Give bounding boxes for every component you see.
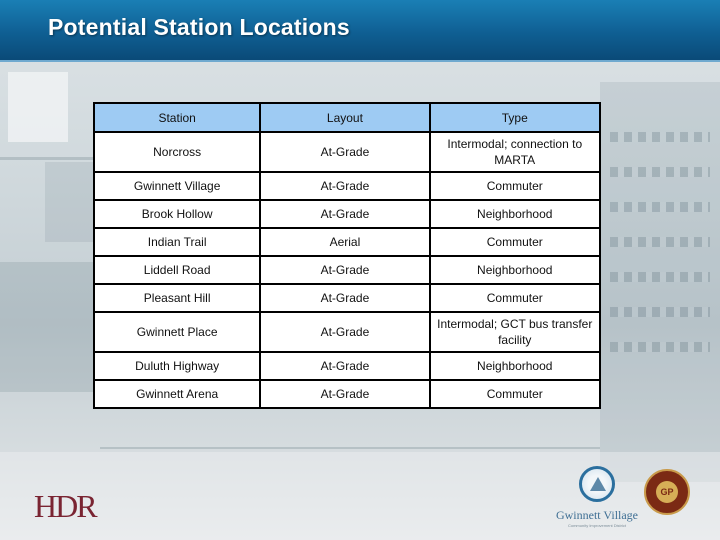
type-cell: Neighborhood — [428, 199, 602, 229]
gp-monogram: GP — [656, 481, 678, 503]
station-cell: Duluth Highway — [92, 351, 262, 381]
gwinnett-place-logo: GP — [644, 469, 690, 515]
title-bar: Potential Station Locations — [0, 0, 720, 62]
station-cell: Norcross — [92, 131, 262, 173]
station-cell: Liddell Road — [92, 255, 262, 285]
table-row: Gwinnett Village At-Grade Commuter — [92, 171, 602, 201]
layout-cell: Aerial — [259, 227, 431, 257]
column-header-layout: Layout — [259, 102, 431, 133]
layout-cell: At-Grade — [259, 199, 431, 229]
column-header-type: Type — [428, 102, 602, 133]
layout-cell: At-Grade — [259, 311, 431, 353]
layout-cell: At-Grade — [259, 171, 431, 201]
type-cell: Commuter — [428, 379, 602, 409]
table-row: Brook Hollow At-Grade Neighborhood — [92, 199, 602, 229]
gwinnett-village-name: Gwinnett Village — [555, 508, 639, 522]
column-header-station: Station — [92, 102, 262, 133]
table-row: Gwinnett Arena At-Grade Commuter — [92, 379, 602, 409]
station-cell: Brook Hollow — [92, 199, 262, 229]
station-cell: Gwinnett Place — [92, 311, 262, 353]
table-row: Indian Trail Aerial Commuter — [92, 227, 602, 257]
type-cell: Neighborhood — [428, 351, 602, 381]
type-cell: Intermodal; connection to MARTA — [428, 131, 602, 173]
table-row: Duluth Highway At-Grade Neighborhood — [92, 351, 602, 381]
mountain-emblem-icon — [579, 466, 615, 502]
table-row: Liddell Road At-Grade Neighborhood — [92, 255, 602, 285]
type-cell: Intermodal; GCT bus transfer facility — [428, 311, 602, 353]
type-cell: Commuter — [428, 171, 602, 201]
gwinnett-village-tagline: Community Improvement District — [567, 523, 626, 528]
type-cell: Commuter — [428, 227, 602, 257]
table-header-row: Station Layout Type — [92, 102, 602, 133]
layout-cell: At-Grade — [259, 379, 431, 409]
layout-cell: At-Grade — [259, 351, 431, 381]
layout-cell: At-Grade — [259, 283, 431, 313]
table-row: Gwinnett Place At-Grade Intermodal; GCT … — [92, 311, 602, 353]
table-row: Pleasant Hill At-Grade Commuter — [92, 283, 602, 313]
station-cell: Indian Trail — [92, 227, 262, 257]
type-cell: Neighborhood — [428, 255, 602, 285]
station-cell: Gwinnett Village — [92, 171, 262, 201]
table-row: Norcross At-Grade Intermodal; connection… — [92, 131, 602, 173]
type-cell: Commuter — [428, 283, 602, 313]
station-cell: Pleasant Hill — [92, 283, 262, 313]
slide-title: Potential Station Locations — [48, 14, 350, 40]
layout-cell: At-Grade — [259, 255, 431, 285]
gwinnett-village-logo: Gwinnett Village Community Improvement D… — [552, 466, 642, 536]
stations-table: Station Layout Type Norcross At-Grade In… — [92, 102, 602, 409]
hdr-logo: HDR — [34, 488, 98, 524]
station-cell: Gwinnett Arena — [92, 379, 262, 409]
layout-cell: At-Grade — [259, 131, 431, 173]
